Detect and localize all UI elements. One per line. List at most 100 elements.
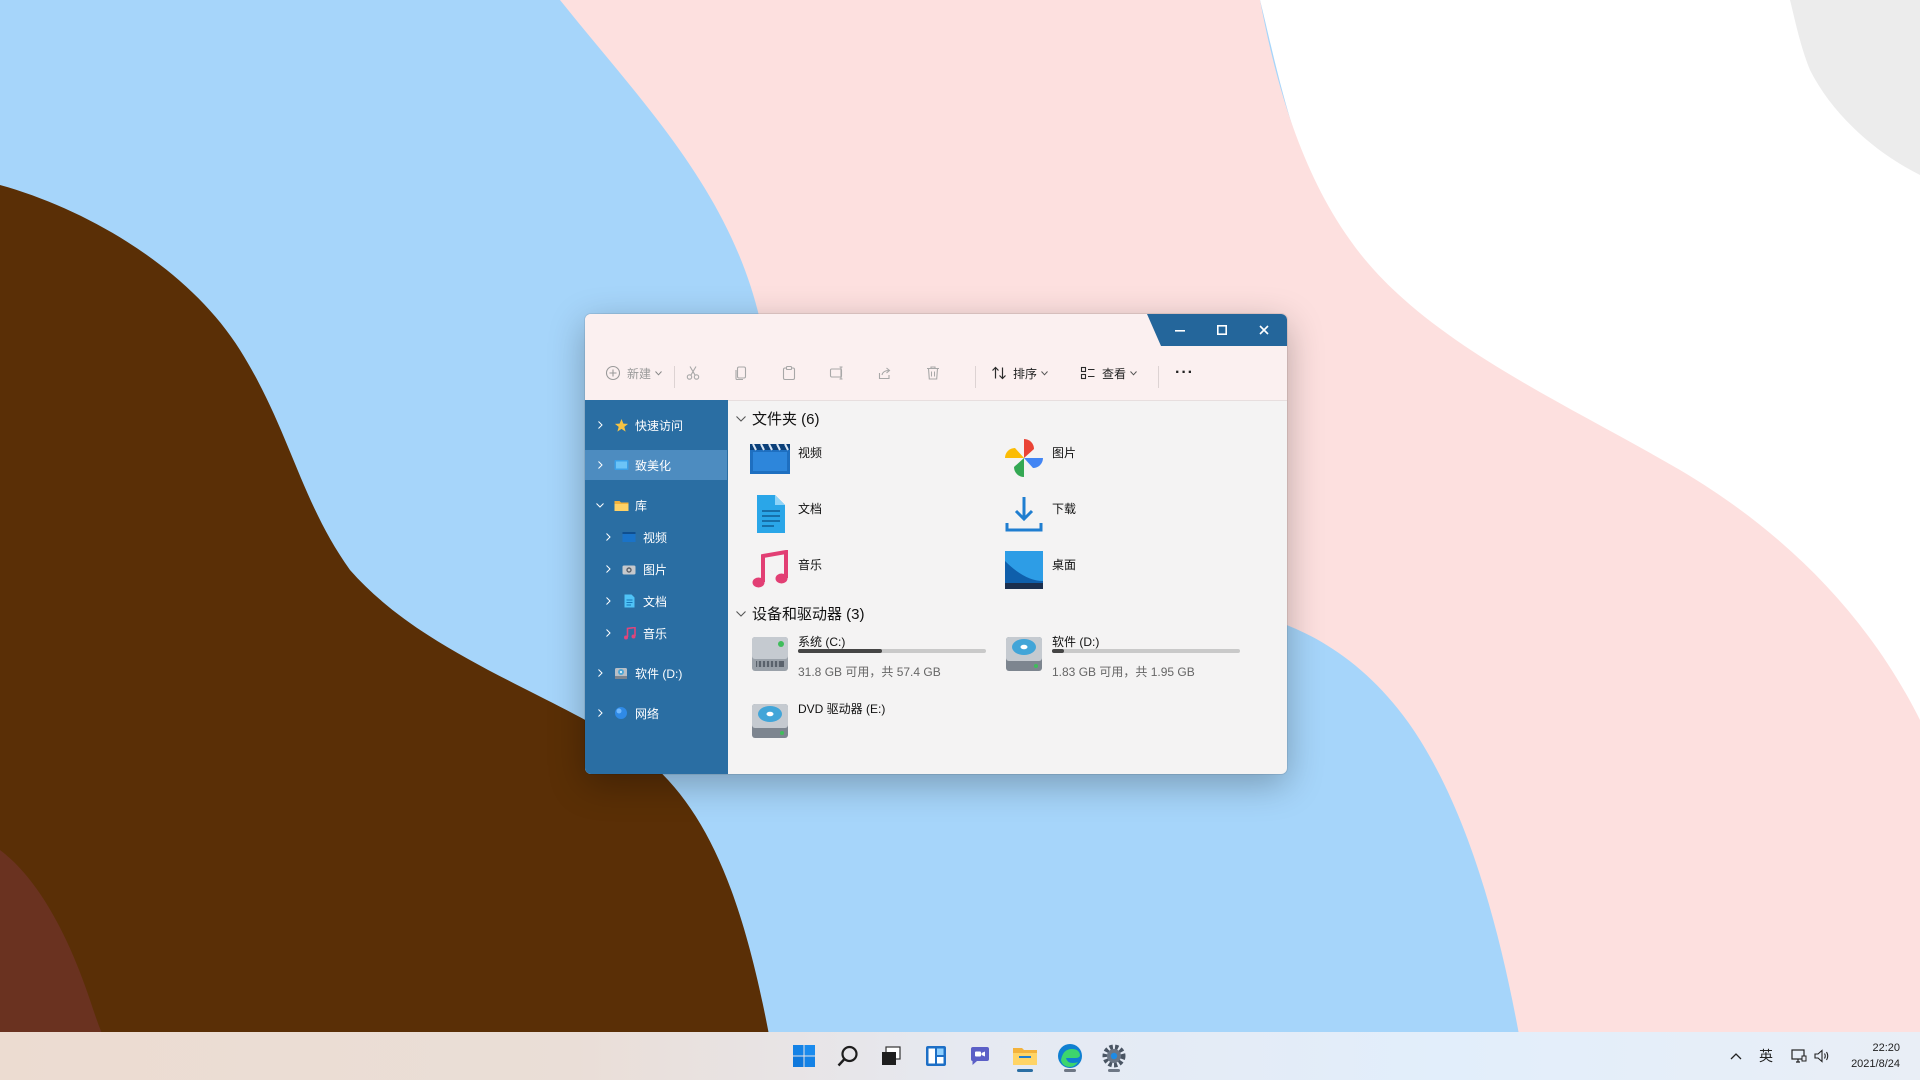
chat-button[interactable] xyxy=(962,1038,998,1074)
folders-section-header[interactable]: 文件夹 (6) xyxy=(736,408,820,429)
sidebar-item-label: 软件 (D:) xyxy=(635,666,683,681)
drive-e-dvd[interactable]: DVD 驱动器 (E:) xyxy=(748,698,993,754)
minimize-button[interactable] xyxy=(1159,314,1201,346)
video-icon xyxy=(622,532,636,542)
sidebar-item-label: 库 xyxy=(635,498,648,513)
chevron-down-icon xyxy=(655,370,662,376)
network-status-button[interactable] xyxy=(1791,1032,1807,1080)
video-folder-icon xyxy=(750,443,790,474)
section-title: 文件夹 (6) xyxy=(752,411,820,428)
command-bar: 新建 排序 查看 ··· xyxy=(585,346,1287,401)
chevron-down-icon xyxy=(1130,370,1137,376)
folder-desktop[interactable]: 桌面 xyxy=(1002,548,1222,594)
search-icon xyxy=(837,1045,858,1067)
paste-icon xyxy=(782,365,796,381)
chat-icon xyxy=(971,1047,989,1065)
cut-icon xyxy=(686,366,700,380)
settings-button[interactable] xyxy=(1096,1038,1132,1074)
clock[interactable]: 22:20 2021/8/24 xyxy=(1830,1040,1900,1072)
folder-name: 视频 xyxy=(798,446,823,460)
ime-label: 英 xyxy=(1759,1048,1773,1064)
sidebar-item-label: 致美化 xyxy=(635,458,672,473)
start-icon xyxy=(793,1045,815,1067)
folder-music[interactable]: 音乐 xyxy=(748,548,968,594)
content-pane: 文件夹 (6) 视频 图片 文档 下载 音乐 桌面 设备和驱动器 (3) 系统 … xyxy=(728,400,1287,774)
view-button[interactable]: 查看 xyxy=(1080,360,1137,386)
file-explorer-taskbar-button[interactable] xyxy=(1007,1038,1043,1074)
sidebar-item-network[interactable]: 网络 xyxy=(585,698,728,728)
chevron-down-icon xyxy=(736,415,746,422)
chevron-right-icon xyxy=(597,669,603,677)
rename-button[interactable] xyxy=(829,360,845,386)
clock-time: 22:20 xyxy=(1872,1042,1900,1054)
dvd-drive-icon xyxy=(752,704,788,738)
chevron-down-icon xyxy=(596,502,604,508)
music-folder-icon xyxy=(752,550,788,588)
drive-usage-fill xyxy=(1052,649,1064,653)
section-title: 设备和驱动器 (3) xyxy=(752,606,865,623)
maximize-icon xyxy=(1217,325,1227,335)
sidebar-item-label: 音乐 xyxy=(643,626,668,641)
sidebar-item-libraries[interactable]: 库 xyxy=(585,490,728,520)
new-button[interactable]: 新建 xyxy=(605,360,662,386)
show-hidden-icons-button[interactable] xyxy=(1730,1032,1742,1080)
share-button[interactable] xyxy=(877,360,893,386)
folder-documents[interactable]: 文档 xyxy=(748,492,968,538)
sidebar-item-videos[interactable]: 视频 xyxy=(585,522,728,552)
chevron-right-icon xyxy=(597,709,603,717)
file-explorer-window: 新建 排序 查看 ··· 快速访问 致美化 库 视频 图片 文档 音乐 软件 (… xyxy=(585,314,1287,774)
toolbar-divider xyxy=(1158,366,1159,388)
chevron-up-icon xyxy=(1730,1053,1742,1060)
sidebar-item-label: 视频 xyxy=(643,530,668,545)
minimize-icon xyxy=(1175,330,1185,332)
sidebar-item-pictures[interactable]: 图片 xyxy=(585,554,728,584)
drive-free-space: 1.83 GB 可用，共 1.95 GB xyxy=(1052,665,1195,679)
maximize-button[interactable] xyxy=(1201,314,1243,346)
chevron-right-icon xyxy=(605,629,611,637)
folder-pictures[interactable]: 图片 xyxy=(1002,436,1222,482)
volume-icon xyxy=(1814,1049,1829,1063)
volume-button[interactable] xyxy=(1814,1032,1830,1080)
sidebar-item-music[interactable]: 音乐 xyxy=(585,618,728,648)
drive-name: 系统 (C:) xyxy=(798,635,846,649)
widgets-button[interactable] xyxy=(918,1038,954,1074)
copy-icon xyxy=(735,366,747,381)
delete-button[interactable] xyxy=(925,360,941,386)
close-button[interactable] xyxy=(1243,314,1285,346)
task-view-button[interactable] xyxy=(873,1038,909,1074)
folder-videos[interactable]: 视频 xyxy=(748,436,968,482)
drive-d[interactable]: 软件 (D:) 1.83 GB 可用，共 1.95 GB xyxy=(1002,631,1247,687)
sort-icon xyxy=(992,366,1006,380)
view-label: 查看 xyxy=(1102,366,1127,381)
delete-icon xyxy=(927,366,939,380)
active-app-indicator xyxy=(1017,1069,1033,1072)
see-more-button[interactable]: ··· xyxy=(1175,360,1194,386)
sort-button[interactable]: 排序 xyxy=(991,360,1048,386)
drive-usage-bar xyxy=(1052,649,1240,653)
copy-button[interactable] xyxy=(733,360,749,386)
folder-name: 下载 xyxy=(1052,502,1077,516)
more-icon: ··· xyxy=(1175,364,1194,381)
folder-downloads[interactable]: 下载 xyxy=(1002,492,1222,538)
sidebar-item-quick-access[interactable]: 快速访问 xyxy=(585,410,728,440)
edge-icon xyxy=(1058,1044,1082,1068)
file-explorer-icon xyxy=(1013,1048,1037,1065)
devices-section-header[interactable]: 设备和驱动器 (3) xyxy=(736,603,865,624)
start-button[interactable] xyxy=(786,1038,822,1074)
network-globe-icon xyxy=(615,707,627,719)
sidebar-item-zhimeihua[interactable]: 致美化 xyxy=(585,450,727,480)
task-view-icon xyxy=(882,1046,901,1065)
search-button[interactable] xyxy=(830,1038,866,1074)
title-bar[interactable] xyxy=(585,314,1287,346)
document-folder-icon xyxy=(757,495,785,533)
system-drive-icon xyxy=(752,637,788,671)
paste-button[interactable] xyxy=(781,360,797,386)
sidebar-item-documents[interactable]: 文档 xyxy=(585,586,728,616)
rename-icon xyxy=(829,366,843,380)
input-method-indicator[interactable]: 英 xyxy=(1759,1032,1773,1080)
folder-name: 桌面 xyxy=(1052,558,1077,572)
drive-c[interactable]: 系统 (C:) 31.8 GB 可用，共 57.4 GB xyxy=(748,631,993,687)
edge-button[interactable] xyxy=(1052,1038,1088,1074)
sidebar-item-drive-d[interactable]: 软件 (D:) xyxy=(585,658,728,688)
cut-button[interactable] xyxy=(685,360,701,386)
